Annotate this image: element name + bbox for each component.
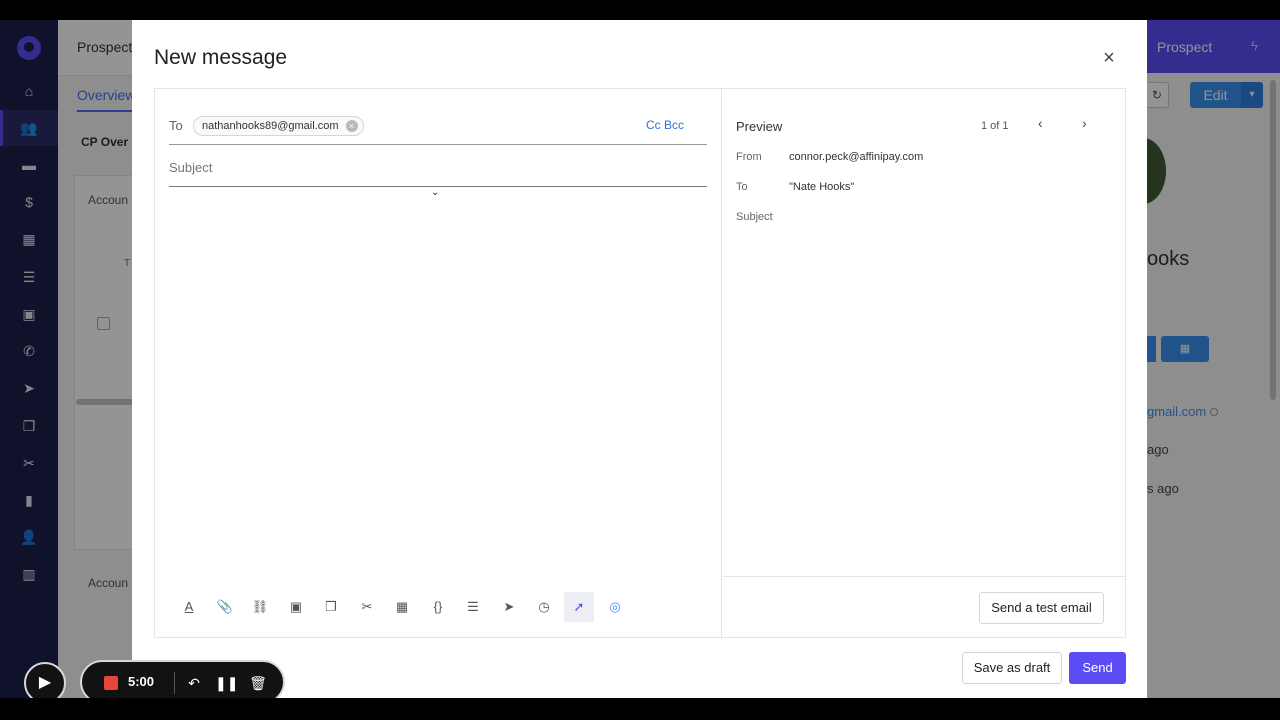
copy-icon[interactable]: ❐ xyxy=(321,597,341,617)
image-icon[interactable]: ▣ xyxy=(286,597,306,617)
pause-icon[interactable]: ❚❚ xyxy=(215,672,238,694)
scissors-icon[interactable]: ✂ xyxy=(357,597,377,617)
subject-input[interactable]: Subject xyxy=(169,160,212,175)
variables-icon[interactable]: {} xyxy=(428,597,448,617)
recorder-controls: 5:00 ↶ ❚❚ 🗑 xyxy=(80,660,285,698)
preview-divider xyxy=(723,576,1125,577)
preview-to-label: To xyxy=(736,181,748,193)
cc-bcc-link[interactable]: Cc Bcc xyxy=(646,118,684,132)
composer: To nathanhooks89@gmail.com × Cc Bcc Subj… xyxy=(154,88,1126,638)
attachment-icon[interactable]: 📎 xyxy=(215,597,235,617)
preview-from-label: From xyxy=(736,151,762,163)
target-icon[interactable]: ◎ xyxy=(605,597,625,617)
preview-subject-label: Subject xyxy=(736,211,773,223)
to-divider xyxy=(169,144,707,145)
preview-from-value: connor.peck@affinipay.com xyxy=(789,151,924,163)
chevron-right-icon[interactable]: › xyxy=(1082,115,1087,131)
recording-timer: 5:00 xyxy=(128,674,155,689)
compose-pane: To nathanhooks89@gmail.com × Cc Bcc Subj… xyxy=(155,89,722,637)
recipient-chip[interactable]: nathanhooks89@gmail.com × xyxy=(193,116,364,136)
new-message-modal: New message × To nathanhooks89@gmail.com… xyxy=(132,20,1147,698)
recipient-email: nathanhooks89@gmail.com xyxy=(202,120,339,132)
save-draft-button[interactable]: Save as draft xyxy=(962,652,1062,684)
calendar-icon[interactable]: ▦ xyxy=(392,597,412,617)
trash-icon[interactable]: 🗑 xyxy=(247,672,269,694)
chevron-left-icon[interactable]: ‹ xyxy=(1038,115,1043,131)
send-icon[interactable]: ➤ xyxy=(499,597,519,617)
tasks-icon[interactable]: ☰ xyxy=(463,597,483,617)
tracking-cursor-icon[interactable]: ➚ xyxy=(564,592,594,622)
preview-title: Preview xyxy=(736,119,783,134)
text-color-icon[interactable]: A xyxy=(179,597,199,617)
undo-icon[interactable]: ↶ xyxy=(183,672,205,694)
send-button[interactable]: Send xyxy=(1069,652,1126,684)
close-icon[interactable]: × xyxy=(1098,47,1120,69)
send-test-email-button[interactable]: Send a test email xyxy=(979,592,1104,624)
to-label: To xyxy=(169,118,183,133)
recorder-divider xyxy=(174,672,175,694)
link-icon[interactable]: ⛓ xyxy=(250,597,270,617)
screen: ⌂ 👥 ▬ $ ▦ ☰ ▣ ✆ ➤ ❐ ✂ ▮ 👤 ▥ Prospect Ove… xyxy=(0,20,1280,698)
modal-title: New message xyxy=(154,46,288,69)
remove-recipient-icon[interactable]: × xyxy=(345,120,358,132)
clock-icon[interactable]: ◷ xyxy=(534,597,554,617)
stop-recording-icon[interactable] xyxy=(104,676,118,690)
preview-count: 1 of 1 xyxy=(981,120,1009,132)
preview-to-value: "Nate Hooks" xyxy=(789,181,855,193)
camera-icon[interactable]: ▶ xyxy=(24,662,66,698)
chevron-down-icon[interactable]: ⌄ xyxy=(431,187,439,198)
